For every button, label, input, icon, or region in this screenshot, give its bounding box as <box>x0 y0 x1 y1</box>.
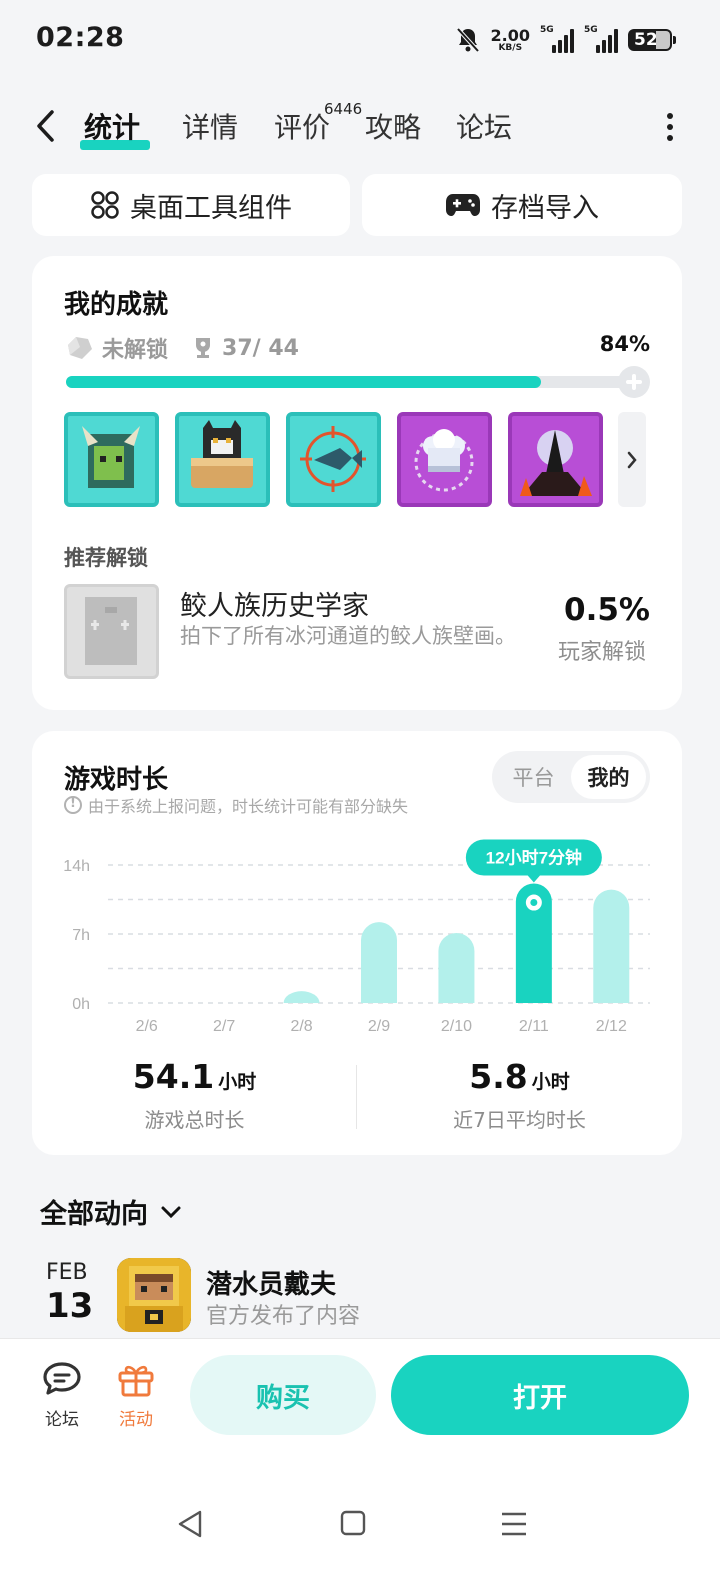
system-back-icon[interactable] <box>176 1509 204 1539</box>
total-playtime: 54.1 小时 游戏总时长 <box>132 1057 257 1132</box>
info-icon <box>64 796 82 814</box>
activity-author[interactable]: 潜水员戴夫 <box>206 1264 336 1301</box>
playtime-title: 游戏时长 <box>64 765 169 795</box>
signal-icon: 5G <box>584 25 618 53</box>
status-indicators: 2.00 KB/S 5G 5G 52 <box>455 24 676 56</box>
forum-nav-button[interactable]: 论坛 <box>32 1361 92 1430</box>
y-tick-label: 14h <box>63 858 90 875</box>
event-nav-button[interactable]: 活动 <box>106 1361 166 1430</box>
playtime-chart: 0h 7h 14h 2/6 2/7 2/8 2/9 2/10 12小时7分钟 2/11 2/12 <box>63 839 650 1035</box>
achievement-count: 37/ 44 <box>222 335 299 361</box>
chef-hat-badge-icon[interactable] <box>397 412 492 507</box>
toggle-platform[interactable]: 平台 <box>496 755 571 799</box>
system-navigation-bar <box>0 1499 720 1549</box>
chart-bar <box>361 922 397 1003</box>
toggle-mine[interactable]: 我的 <box>571 755 646 799</box>
achievements-card: 我的成就 未解锁 37/ 44 84% 推荐解锁 鲛人族历史学家 拍下了所有冰河… <box>32 256 682 710</box>
open-button[interactable]: 打开 <box>391 1355 689 1435</box>
activity-title: 全部动向 <box>40 1199 148 1230</box>
trophy-icon <box>196 338 211 358</box>
save-import-button-label: 存档导入 <box>491 192 599 224</box>
status-time: 02:28 <box>36 22 125 53</box>
network-speed: 2.00 KB/S <box>490 25 530 53</box>
bell-muted-icon <box>456 27 479 53</box>
dark-shrine-badge-icon[interactable] <box>508 412 603 507</box>
chart-tooltip-text: 12小时7分钟 <box>486 848 582 868</box>
signal-icon: 5G <box>540 25 574 53</box>
chevron-down-icon <box>161 1206 181 1218</box>
progress-end-icon <box>618 366 650 398</box>
event-nav-label: 活动 <box>119 1410 153 1430</box>
gem-icon <box>68 337 92 359</box>
system-menu-icon[interactable] <box>500 1509 528 1539</box>
activity-day: 13 <box>46 1286 94 1326</box>
playtime-source-toggle: 平台 我的 <box>492 751 650 803</box>
recommended-unlock-title: 推荐解锁 <box>64 546 148 570</box>
widget-button[interactable]: 桌面工具组件 <box>32 174 350 236</box>
locked-label: 未解锁 <box>102 338 169 363</box>
badges-more-button[interactable] <box>618 412 646 507</box>
x-tick-label: 2/9 <box>368 1018 390 1035</box>
tab-reviews[interactable]: 评价 <box>274 106 330 146</box>
achievement-summary: 未解锁 37/ 44 <box>64 332 299 364</box>
gift-icon <box>118 1365 154 1397</box>
chart-bar <box>283 991 320 1003</box>
tab-stats[interactable]: 统计 <box>84 106 140 146</box>
achievement-percent: 84% <box>599 332 650 356</box>
battery-icon: 52 <box>628 29 676 51</box>
x-tick-label: 2/7 <box>213 1018 235 1035</box>
activity-month: FEB <box>46 1260 88 1285</box>
x-tick-label: 2/10 <box>441 1018 472 1035</box>
widget-button-label: 桌面工具组件 <box>130 192 292 224</box>
bar-marker-dot <box>530 899 538 907</box>
top-navigation: 统计 详情 评价 6446 攻略 论坛 <box>0 96 720 160</box>
activity-description: 官方发布了内容 <box>206 1304 361 1329</box>
gamepad-icon <box>446 194 480 216</box>
playtime-totals: 54.1 小时 游戏总时长 5.8 小时 近7日平均时长 <box>32 1057 682 1133</box>
back-arrow-icon[interactable] <box>34 108 58 144</box>
chart-bar <box>438 933 475 1003</box>
chart-bar <box>593 889 630 1003</box>
chart-tooltip-pointer <box>526 874 541 883</box>
x-tick-label: 2/6 <box>136 1018 158 1035</box>
forum-nav-label: 论坛 <box>45 1410 79 1430</box>
status-bar: 02:28 2.00 KB/S 5G 5G 52 <box>0 0 720 80</box>
achievements-title: 我的成就 <box>64 290 169 320</box>
tab-guides[interactable]: 攻略 <box>365 106 421 146</box>
playtime-note: 由于系统上报问题，时长统计可能有部分缺失 <box>64 793 408 817</box>
recommended-unlock-percent-label: 玩家解锁 <box>557 640 646 665</box>
playtime-card: 游戏时长 由于系统上报问题，时长统计可能有部分缺失 平台 我的 0h 7h 14h 2… <box>32 731 682 1155</box>
average-playtime: 5.8 小时 近7日平均时长 <box>453 1057 586 1132</box>
tab-forum[interactable]: 论坛 <box>456 106 512 146</box>
recommended-unlock-percent: 0.5% <box>564 592 650 628</box>
recommended-achievement-icon[interactable] <box>64 584 159 679</box>
chevron-right-icon <box>627 451 637 468</box>
avatar[interactable] <box>117 1258 191 1332</box>
save-import-button[interactable]: 存档导入 <box>362 174 682 236</box>
y-tick-label: 0h <box>72 996 90 1013</box>
tab-details[interactable]: 详情 <box>182 106 238 146</box>
fish-target-badge-icon[interactable] <box>286 412 381 507</box>
x-tick-label: 2/11 <box>519 1018 549 1035</box>
more-menu-icon[interactable] <box>666 112 674 142</box>
cat-pie-badge-icon[interactable] <box>175 412 270 507</box>
x-tick-label: 2/12 <box>596 1018 627 1035</box>
achievement-badges <box>64 412 603 507</box>
buy-button[interactable]: 购买 <box>190 1355 376 1435</box>
widgets-icon <box>91 191 119 219</box>
y-tick-label: 7h <box>72 927 90 944</box>
achievement-progress-fill <box>66 376 542 388</box>
horned-warrior-badge-icon[interactable] <box>64 412 159 507</box>
recommended-achievement-name: 鲛人族历史学家 <box>180 591 369 622</box>
x-tick-label: 2/8 <box>290 1018 312 1035</box>
recommended-achievement-description: 拍下了所有冰河通道的鲛人族壁画。 <box>180 624 516 648</box>
achievement-progress-bar <box>66 376 632 388</box>
system-home-icon[interactable] <box>340 1509 366 1537</box>
bottom-action-bar: 论坛 活动 购买 打开 <box>0 1338 720 1584</box>
chat-bubble-icon <box>43 1362 81 1395</box>
activity-filter[interactable]: 全部动向 <box>40 1192 182 1231</box>
